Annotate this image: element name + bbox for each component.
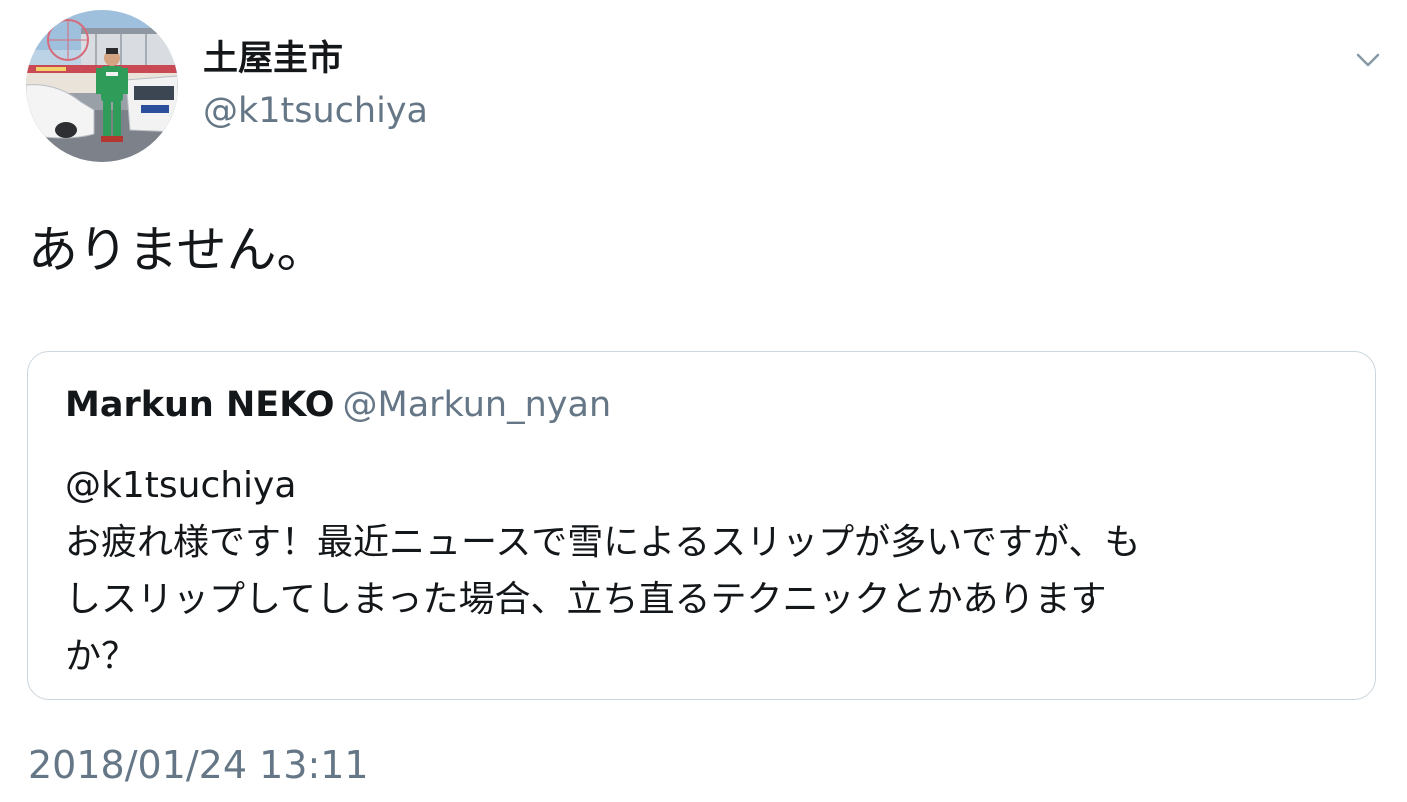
tweet-timestamp[interactable]: 2018/01/24 13:11 — [28, 740, 369, 790]
author-handle[interactable]: @k1tsuchiya — [203, 88, 428, 134]
author-avatar[interactable] — [26, 10, 178, 162]
quoted-text-line: しスリップしてしまった場合、立ち直るテクニックとかあります — [65, 579, 1107, 620]
quoted-tweet-header: Markun NEKO @Markun_nyan — [65, 382, 611, 428]
quoted-handle: @Markun_nyan — [342, 385, 612, 425]
quoted-tweet-card[interactable]: Markun NEKO @Markun_nyan @k1tsuchiya お疲れ様… — [27, 351, 1376, 700]
quoted-display-name: Markun NEKO — [65, 385, 335, 425]
quoted-text-line: お疲れ様です！最近ニュースで雪によるスリップが多いですが、も — [65, 522, 1141, 563]
tweet-text: ありません。 — [28, 221, 327, 279]
tweet-menu-button[interactable] — [1352, 46, 1384, 74]
chevron-down-icon — [1356, 53, 1380, 67]
quoted-tweet-text: @k1tsuchiya お疲れ様です！最近ニュースで雪によるスリップが多いですが… — [65, 457, 1325, 685]
author-display-name[interactable]: 土屋圭市 — [203, 36, 343, 82]
quoted-text-line: か？ — [65, 636, 138, 677]
avatar-photo — [26, 10, 178, 162]
quoted-text-line: @k1tsuchiya — [65, 465, 297, 506]
